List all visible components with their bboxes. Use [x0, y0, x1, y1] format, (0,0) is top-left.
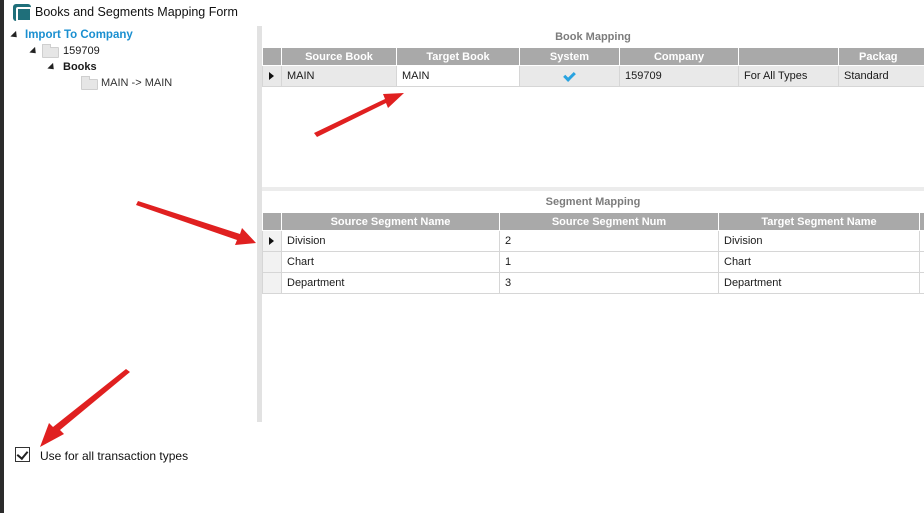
expand-books-icon[interactable]: [47, 62, 57, 73]
row-pointer-icon: [269, 72, 274, 80]
folder-icon: [81, 76, 98, 90]
cell-company[interactable]: 159709: [619, 65, 739, 87]
col-source-book[interactable]: Source Book: [281, 47, 397, 66]
col-system[interactable]: System: [519, 47, 620, 66]
cell-source-segment-num[interactable]: 3: [499, 272, 719, 294]
folder-icon: [42, 44, 59, 58]
cell-target-book[interactable]: MAIN: [396, 65, 520, 87]
row-indicator[interactable]: [262, 230, 282, 252]
col-extra[interactable]: [919, 212, 924, 231]
cell-type[interactable]: For All Types: [738, 65, 839, 87]
cell-source-segment-name[interactable]: Chart: [281, 251, 500, 273]
cell-extra[interactable]: [919, 272, 924, 294]
cell-source-book[interactable]: MAIN: [281, 65, 397, 87]
cell-extra[interactable]: [919, 251, 924, 273]
col-source-segment-name[interactable]: Source Segment Name: [281, 212, 500, 231]
cell-target-segment-name[interactable]: Chart: [718, 251, 920, 273]
book-mapping-title: Book Mapping: [555, 31, 631, 43]
row-indicator-header: [262, 212, 282, 231]
row-pointer-icon: [269, 237, 274, 245]
col-target-book[interactable]: Target Book: [396, 47, 520, 66]
cell-source-segment-num[interactable]: 1: [499, 251, 719, 273]
cell-target-segment-name[interactable]: Division: [718, 230, 920, 252]
col-source-segment-num[interactable]: Source Segment Num: [499, 212, 719, 231]
expand-root-icon[interactable]: [10, 30, 20, 41]
tree-node-books[interactable]: Books: [63, 59, 97, 75]
tree-node-import-to-company[interactable]: Import To Company: [25, 27, 133, 43]
tree-node-book-mapping[interactable]: MAIN -> MAIN: [101, 75, 172, 91]
cell-package[interactable]: Standard: [838, 65, 924, 87]
checkmark-icon: [563, 69, 576, 82]
row-indicator-header: [262, 47, 282, 66]
table-row[interactable]: Division 2 Division: [262, 230, 924, 252]
use-all-types-label[interactable]: Use for all transaction types: [40, 449, 188, 463]
segment-mapping-grid: Source Segment Name Source Segment Num T…: [262, 212, 924, 294]
expand-company-icon[interactable]: [29, 46, 39, 57]
company-tree: Import To Company 159709 Books MAIN -> M…: [4, 26, 258, 421]
segment-mapping-title: Segment Mapping: [545, 196, 641, 208]
title-bar: Books and Segments Mapping Form: [4, 0, 924, 26]
col-target-segment-name[interactable]: Target Segment Name: [718, 212, 920, 231]
window-title: Books and Segments Mapping Form: [35, 5, 238, 19]
cell-system[interactable]: [519, 65, 620, 87]
table-row[interactable]: Department 3 Department: [262, 272, 924, 294]
col-type[interactable]: [738, 47, 839, 66]
section-separator: [262, 187, 924, 191]
row-indicator[interactable]: [262, 272, 282, 294]
row-indicator[interactable]: [262, 65, 282, 87]
cell-source-segment-num[interactable]: 2: [499, 230, 719, 252]
cell-extra[interactable]: [919, 230, 924, 252]
row-indicator[interactable]: [262, 251, 282, 273]
tree-node-company[interactable]: 159709: [63, 43, 100, 59]
table-row[interactable]: Chart 1 Chart: [262, 251, 924, 273]
cell-source-segment-name[interactable]: Division: [281, 230, 500, 252]
cell-target-segment-name[interactable]: Department: [718, 272, 920, 294]
table-row[interactable]: MAIN MAIN 159709 For All Types Standard: [262, 65, 924, 87]
app-logo-icon: [13, 4, 32, 22]
col-package[interactable]: Packag: [838, 47, 924, 66]
book-mapping-grid: Source Book Target Book System Company P…: [262, 47, 924, 87]
cell-source-segment-name[interactable]: Department: [281, 272, 500, 294]
col-company[interactable]: Company: [619, 47, 739, 66]
use-all-types-checkbox[interactable]: [15, 447, 30, 462]
